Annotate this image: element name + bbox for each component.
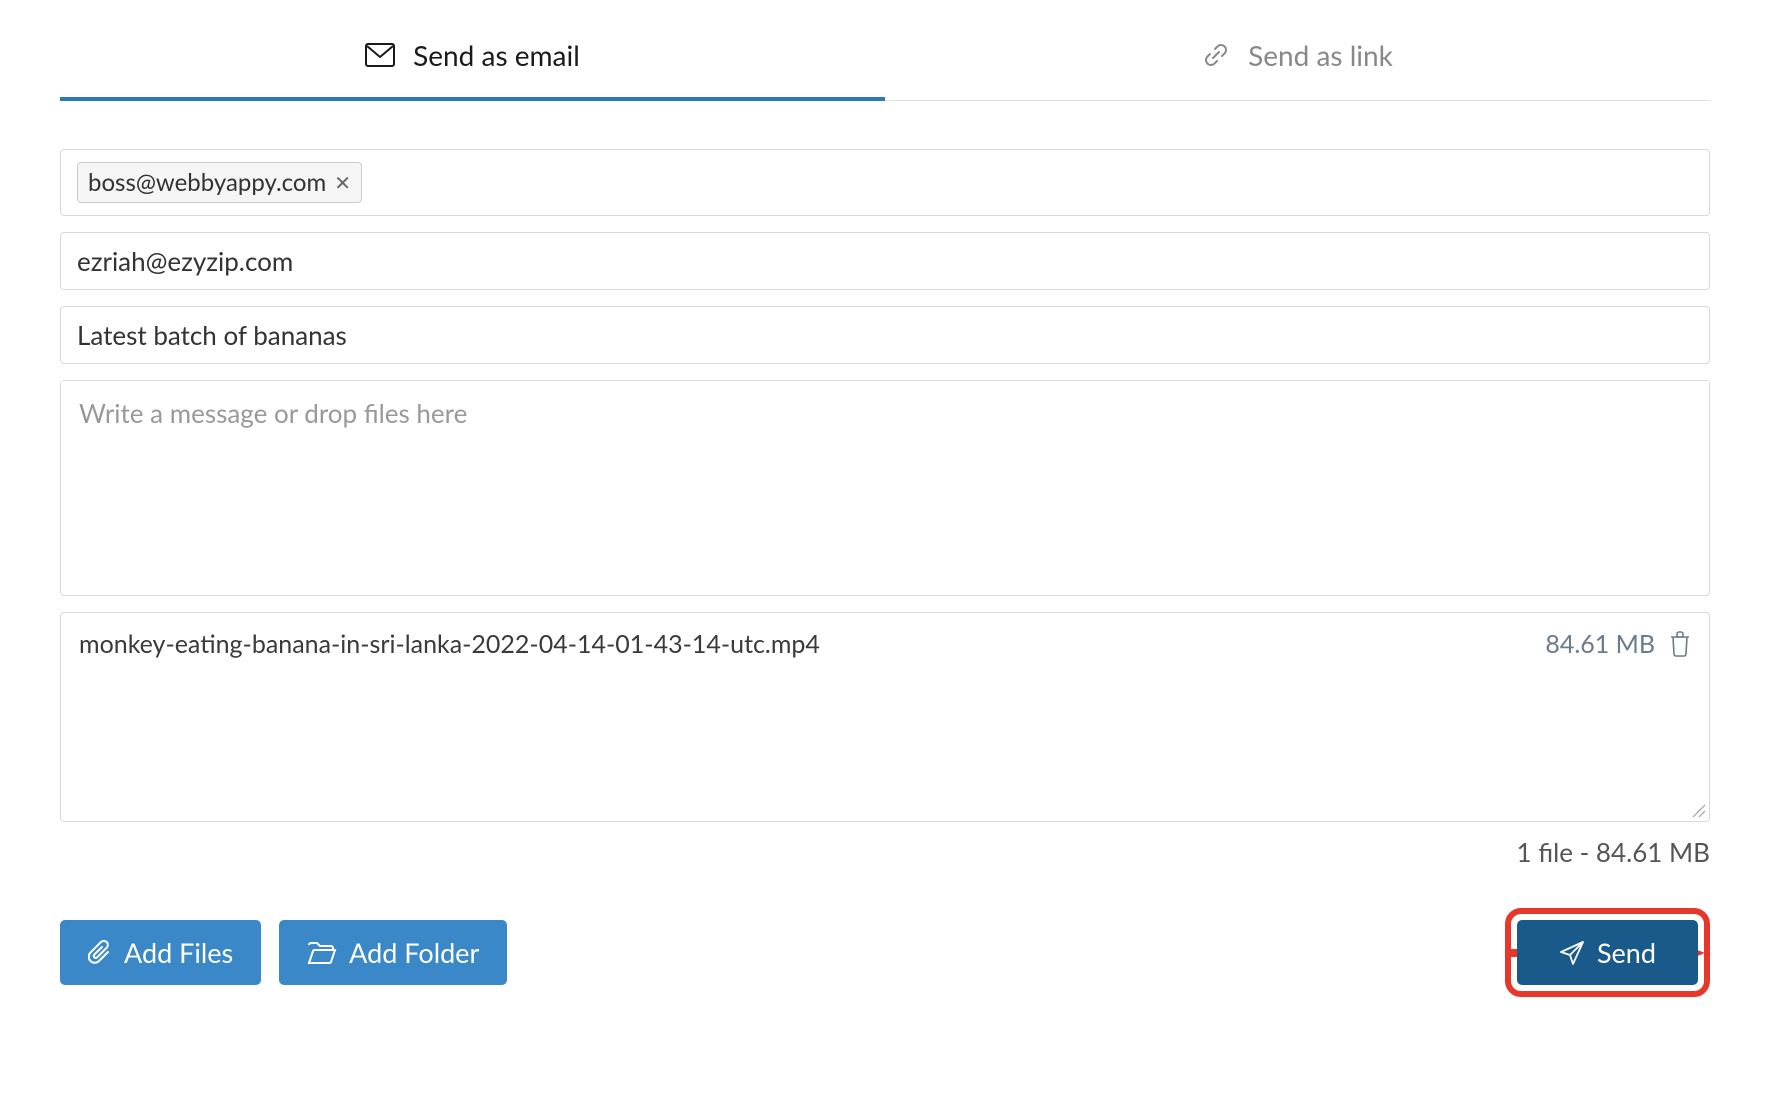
send-button-highlight: Send — [1505, 908, 1710, 997]
paper-plane-icon — [1559, 940, 1585, 966]
file-list: monkey-eating-banana-in-sri-lanka-2022-0… — [60, 612, 1710, 822]
envelope-icon — [365, 43, 395, 67]
tab-send-as-link[interactable]: Send as link — [885, 10, 1710, 100]
send-label: Send — [1597, 936, 1656, 969]
send-button[interactable]: Send — [1517, 920, 1698, 985]
left-buttons: Add Files Add Folder — [60, 920, 507, 985]
file-summary: 1 file - 84.61 MB — [60, 836, 1710, 868]
message-row — [60, 380, 1710, 596]
file-row-right: 84.61 MB — [1545, 629, 1691, 659]
chip-remove-icon[interactable]: ✕ — [334, 171, 351, 195]
tab-link-label: Send as link — [1248, 38, 1393, 72]
file-size: 84.61 MB — [1545, 629, 1655, 659]
subject-input[interactable] — [77, 319, 1693, 351]
file-row: monkey-eating-banana-in-sri-lanka-2022-0… — [61, 613, 1709, 675]
paperclip-icon — [88, 939, 112, 967]
subject-row[interactable] — [60, 306, 1710, 364]
add-files-button[interactable]: Add Files — [60, 920, 261, 985]
recipient-chip-text: boss@webbyappy.com — [88, 168, 326, 197]
add-folder-button[interactable]: Add Folder — [279, 920, 507, 985]
tabs: Send as email Send as link — [60, 10, 1710, 101]
add-files-label: Add Files — [124, 936, 233, 969]
recipient-chip[interactable]: boss@webbyappy.com ✕ — [77, 162, 362, 203]
from-row[interactable] — [60, 232, 1710, 290]
main-container: Send as email Send as link boss@webbyapp… — [0, 0, 1770, 1037]
recipient-row[interactable]: boss@webbyappy.com ✕ — [60, 149, 1710, 216]
file-name: monkey-eating-banana-in-sri-lanka-2022-0… — [79, 629, 820, 659]
tab-email-label: Send as email — [413, 38, 580, 72]
link-icon — [1202, 41, 1230, 69]
from-input[interactable] — [77, 245, 1693, 277]
tab-send-as-email[interactable]: Send as email — [60, 10, 885, 100]
message-textarea[interactable] — [61, 381, 1709, 591]
add-folder-label: Add Folder — [349, 936, 479, 969]
folder-open-icon — [307, 941, 337, 965]
trash-icon[interactable] — [1669, 631, 1691, 657]
bottom-bar: Add Files Add Folder — [60, 908, 1710, 997]
resize-handle-icon[interactable] — [1690, 802, 1706, 818]
